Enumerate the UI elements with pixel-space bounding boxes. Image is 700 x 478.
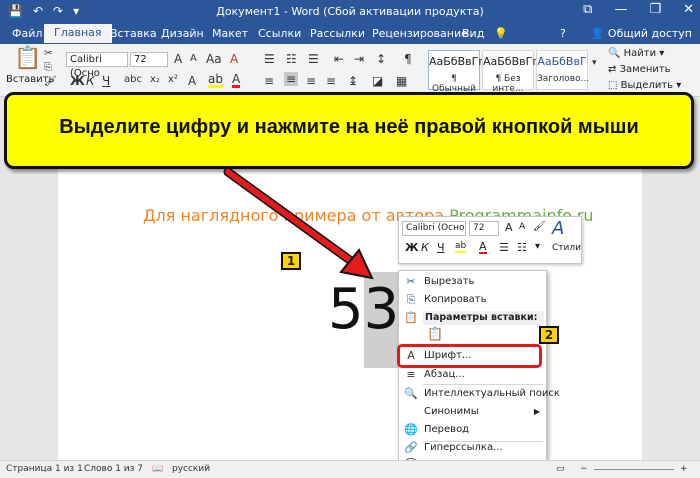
mini-shrink-font-icon[interactable]: A: [519, 222, 525, 232]
step-badge-1: 1: [281, 252, 301, 270]
mini-highlight-icon[interactable]: ab: [455, 241, 467, 253]
copy-icon: ⎘: [406, 293, 416, 306]
mini-more-icon[interactable]: ▾: [535, 241, 540, 252]
mini-grow-font-icon[interactable]: A: [505, 221, 513, 234]
mini-font-name-select[interactable]: Calibri (Осно: [402, 221, 466, 236]
view-mode-icons[interactable]: ▭: [556, 464, 565, 474]
menu-item-synonyms[interactable]: Синонимы ▶: [399, 403, 546, 421]
menu-item-label: Вырезать: [424, 276, 475, 287]
language-status[interactable]: русский: [172, 464, 210, 474]
menu-item-smart-lookup[interactable]: 🔍 Интеллектуальный поиск: [399, 385, 560, 403]
menu-item-label: Синонимы: [424, 406, 479, 417]
mini-numbering-icon[interactable]: ☷: [517, 241, 527, 254]
mini-underline-button[interactable]: Ч: [437, 241, 445, 254]
submenu-arrow-icon: ▶: [533, 407, 540, 416]
paste-options-header: Параметры вставки:: [423, 311, 544, 325]
search-icon: 🔍: [404, 387, 418, 400]
mini-italic-button[interactable]: К: [421, 241, 429, 254]
menu-item-label: Копировать: [424, 294, 487, 305]
mini-font-color-icon[interactable]: A: [479, 241, 487, 254]
menu-item-cut[interactable]: ✂ Вырезать: [399, 273, 546, 291]
mini-bold-button[interactable]: Ж: [405, 241, 418, 254]
paste-icon: 📋: [404, 311, 418, 324]
page-count-status[interactable]: Страница 1 из 1: [6, 464, 83, 474]
mini-bullets-icon[interactable]: ☰: [499, 241, 509, 254]
font-item-highlight: [397, 344, 542, 368]
zoom-out-icon[interactable]: −: [580, 464, 588, 474]
mini-styles-icon[interactable]: A: [552, 218, 564, 239]
step-badge-2: 2: [539, 326, 559, 344]
menu-item-paragraph[interactable]: ≡ Абзац...: [399, 366, 546, 384]
zoom-in-icon[interactable]: +: [680, 464, 688, 474]
paste-keep-text-icon[interactable]: 📋: [427, 327, 443, 342]
word-count-status[interactable]: Слово 1 из 7: [84, 464, 143, 474]
context-menu: ✂ Вырезать ⎘ Копировать 📋 Параметры вста…: [398, 270, 560, 475]
menu-item-label: Перевод: [424, 424, 470, 435]
menu-item-label: Абзац...: [424, 369, 465, 380]
menu-item-copy[interactable]: ⎘ Копировать: [399, 291, 546, 309]
menu-item-hyperlink[interactable]: 🔗 Гиперссылка...: [399, 439, 546, 457]
cut-icon: ✂: [406, 275, 416, 288]
zoom-slider[interactable]: [594, 469, 674, 470]
status-bar: Страница 1 из 1 Слово 1 из 7 📖 русский ▭…: [0, 460, 700, 478]
proofing-icon[interactable]: 📖: [152, 464, 163, 474]
menu-item-label: Интеллектуальный поиск: [424, 388, 560, 399]
mini-format-painter-icon[interactable]: 🖌: [533, 221, 546, 232]
menu-item-label: Гиперссылка...: [424, 442, 503, 453]
red-arrow: [223, 167, 374, 280]
menu-item-translate[interactable]: 🌐 Перевод: [399, 421, 546, 439]
mini-styles-label[interactable]: Стили: [552, 243, 581, 253]
hyperlink-icon: 🔗: [404, 441, 418, 454]
mini-font-size-select[interactable]: 72: [469, 221, 499, 236]
mini-toolbar: Calibri (Осно 72 A A 🖌 A Ж К Ч ab A ☰ ☷ …: [398, 216, 582, 264]
translate-icon: 🌐: [404, 423, 418, 436]
paragraph-icon: ≡: [406, 368, 416, 381]
